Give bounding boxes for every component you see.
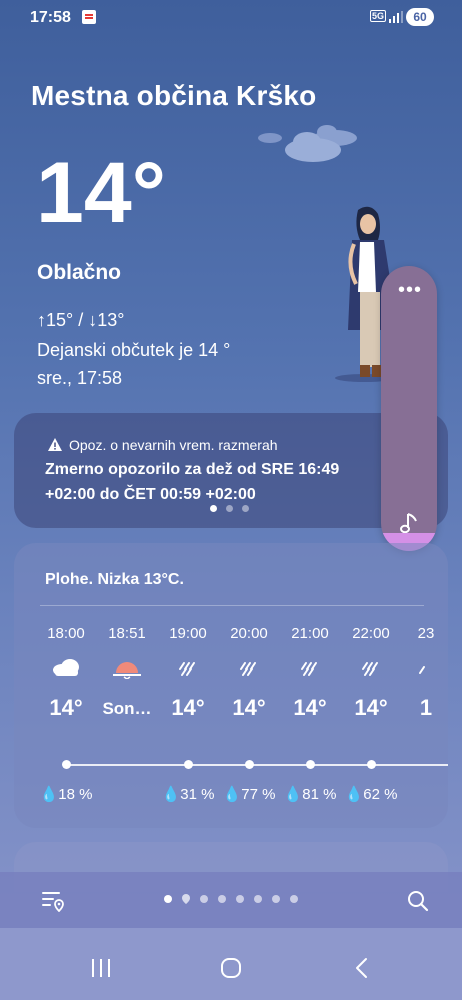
weather-condition: Oblačno <box>37 261 122 284</box>
raindrop-icon: 💧 <box>161 786 181 803</box>
clouds-illustration <box>258 125 357 162</box>
hour-temp: 14° <box>293 695 327 720</box>
home-icon[interactable] <box>220 957 242 979</box>
manage-locations-icon[interactable] <box>42 890 66 912</box>
search-icon[interactable] <box>406 889 430 913</box>
hourly-list[interactable]: 18:00 14° 💧18 % 18:51 Son… 19:00 14° 💧31… <box>14 621 448 821</box>
hour-time: 18:51 <box>108 625 146 642</box>
hour-temp: 14° <box>232 695 266 720</box>
location-title: Mestna občina Krško <box>31 80 317 111</box>
cloud-icon <box>53 659 79 676</box>
pager-dot[interactable] <box>200 895 208 903</box>
system-nav-bar <box>0 928 462 1000</box>
current-temperature: 14° <box>36 145 167 241</box>
precip-chance: 💧81 % <box>283 786 337 803</box>
alert-body: Zmerno opozorilo za dež od SRE 16:49 +02… <box>45 461 340 503</box>
pager-dot[interactable] <box>164 895 172 903</box>
hourly-forecast-card[interactable]: Plohe. Nizka 13°C. 18:00 14° 💧18 % 18:51… <box>14 543 448 828</box>
feels-like: Dejanski občutek je 14 ° <box>37 340 231 360</box>
precip-chance: 💧18 % <box>39 786 93 803</box>
precip-chance: 💧62 % <box>344 786 398 803</box>
status-time: 17:58 <box>30 9 71 26</box>
pager-dot <box>226 505 233 512</box>
sunset-icon <box>113 662 141 679</box>
warning-icon <box>48 438 62 451</box>
temp-point <box>306 760 315 769</box>
pager-dot[interactable] <box>254 895 262 903</box>
precip-chance: 💧31 % <box>161 786 215 803</box>
alert-heading-text: Opoz. o nevarnih vrem. razmerah <box>69 437 278 453</box>
current-location-icon[interactable] <box>182 894 190 904</box>
rain-icon <box>362 662 378 676</box>
hour-temp: 14° <box>171 695 205 720</box>
raindrop-icon: 💧 <box>39 786 59 803</box>
rain-icon <box>179 662 195 676</box>
location-pager[interactable] <box>164 894 298 904</box>
update-datetime: sre., 17:58 <box>37 368 123 388</box>
temp-point <box>184 760 193 769</box>
alert-pager <box>210 505 249 512</box>
temp-point <box>367 760 376 769</box>
status-bar: 17:58 5G 60 <box>0 0 462 36</box>
raindrop-icon: 💧 <box>222 786 242 803</box>
pager-dot[interactable] <box>236 895 244 903</box>
alert-heading: Opoz. o nevarnih vrem. razmerah <box>47 437 278 453</box>
edge-panel-handle[interactable]: ••• <box>381 266 437 551</box>
rain-icon <box>419 666 425 674</box>
rain-icon <box>240 662 256 676</box>
temp-point <box>62 760 71 769</box>
pager-dot[interactable] <box>290 895 298 903</box>
signal-icon <box>389 11 403 23</box>
hour-time: 21:00 <box>291 625 329 642</box>
raindrop-icon: 💧 <box>344 786 364 803</box>
hour-time: 18:00 <box>47 625 85 642</box>
high-low-temperature: ↑15° / ↓13° <box>37 310 125 330</box>
precip-chance: 💧77 % <box>222 786 276 803</box>
hour-temp: Son… <box>102 699 152 718</box>
bottom-toolbar <box>0 872 462 928</box>
pager-dot <box>210 505 217 512</box>
more-icon[interactable]: ••• <box>398 280 422 300</box>
hour-time: 19:00 <box>169 625 207 642</box>
hour-temp: 14° <box>354 695 388 720</box>
hour-temp: 14° <box>49 695 83 720</box>
network-type: 5G <box>370 10 387 22</box>
raindrop-icon: 💧 <box>283 786 303 803</box>
recent-apps-icon[interactable] <box>90 957 112 979</box>
hour-temp: 1 <box>419 695 433 720</box>
pager-dot <box>242 505 249 512</box>
rain-icon <box>301 662 317 676</box>
hour-time: 23 <box>417 625 435 642</box>
pager-dot[interactable] <box>218 895 226 903</box>
hour-time: 20:00 <box>230 625 268 642</box>
notification-icon <box>82 10 96 24</box>
forecast-summary: Plohe. Nizka 13°C. <box>45 571 184 588</box>
hour-time: 22:00 <box>352 625 390 642</box>
temperature-line <box>66 764 448 766</box>
divider <box>40 605 424 606</box>
battery-indicator: 60 <box>406 8 434 26</box>
temp-point <box>245 760 254 769</box>
back-icon[interactable] <box>352 957 372 979</box>
pager-dot[interactable] <box>272 895 280 903</box>
